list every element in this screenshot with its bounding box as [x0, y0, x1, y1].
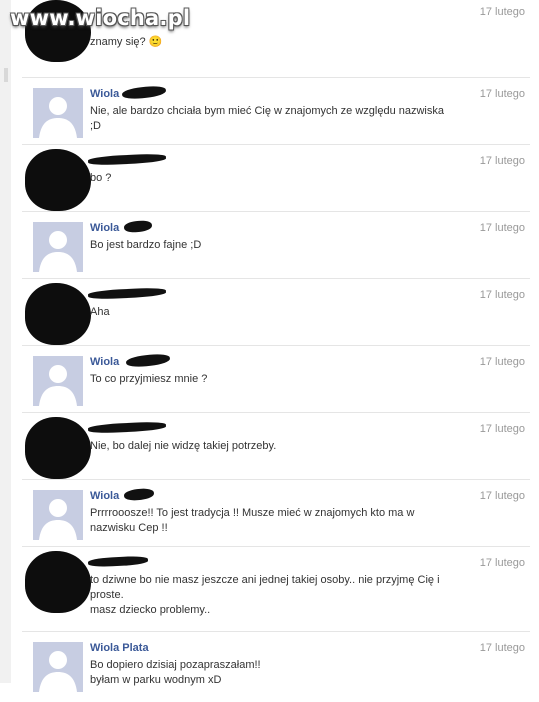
- scroll-thumb[interactable]: [4, 68, 8, 82]
- message-item: 17 lutego bo ?: [22, 145, 530, 212]
- message-item: Wiola Plata 17 lutego Bo dopiero dzisiaj…: [22, 632, 530, 702]
- redaction-blob: [25, 417, 91, 479]
- name-redaction: [123, 219, 153, 234]
- message-time: 17 lutego: [479, 490, 525, 502]
- message-time: 17 lutego: [479, 88, 525, 100]
- name-redaction: [87, 152, 167, 167]
- message-text: Prrrrooosze!! To jest tradycja !! Musze …: [90, 507, 415, 534]
- sender-name[interactable]: Wiola: [90, 356, 119, 368]
- avatar-redacted[interactable]: [25, 149, 91, 211]
- avatar-placeholder[interactable]: [33, 642, 83, 692]
- message-time: 17 lutego: [479, 557, 525, 569]
- name-redaction: [87, 286, 167, 301]
- avatar-redacted[interactable]: [25, 417, 91, 479]
- sender-name[interactable]: Wiola: [90, 490, 119, 502]
- message-item: Wiola 17 lutego To co przyjmiesz mnie ?: [22, 346, 530, 413]
- message-time: 17 lutego: [479, 6, 525, 18]
- message-item: 17 lutego Nie, bo dalej nie widzę takiej…: [22, 413, 530, 480]
- user-silhouette-icon: [39, 499, 77, 540]
- name-redaction: [125, 352, 171, 369]
- message-text: Aha: [90, 306, 110, 318]
- avatar-placeholder[interactable]: [33, 490, 83, 540]
- message-time: 17 lutego: [479, 222, 525, 234]
- name-redaction: [123, 487, 155, 502]
- message-text: Bo jest bardzo fajne ;D: [90, 239, 202, 251]
- message-time: 17 lutego: [479, 423, 525, 435]
- user-silhouette-icon: [39, 365, 77, 406]
- avatar-redacted[interactable]: [25, 551, 91, 613]
- message-time: 17 lutego: [479, 289, 525, 301]
- message-item: 17 lutego to dziwne bo nie masz jeszcze …: [22, 547, 530, 632]
- message-text: Nie, bo dalej nie widzę takiej potrzeby.: [90, 440, 277, 452]
- sender-name[interactable]: Wiola Plata: [90, 642, 149, 654]
- user-silhouette-icon: [39, 231, 77, 272]
- avatar-redacted[interactable]: [25, 283, 91, 345]
- message-item: Wiola 17 lutego Prrrrooosze!! To jest tr…: [22, 480, 530, 547]
- message-time: 17 lutego: [479, 356, 525, 368]
- message-time: 17 lutego: [479, 642, 525, 654]
- message-text: To co przyjmiesz mnie ?: [90, 373, 208, 385]
- sender-name[interactable]: Wiola: [90, 222, 119, 234]
- message-item: Wiola 17 lutego Nie, ale bardzo chciała …: [22, 78, 530, 145]
- avatar-placeholder[interactable]: [33, 356, 83, 406]
- message-text: Bo dopiero dzisiaj pozapraszałam!! byłam…: [90, 659, 261, 686]
- name-redaction: [87, 420, 167, 435]
- message-text: bo ?: [90, 172, 112, 184]
- message-text: to dziwne bo nie masz jeszcze ani jednej…: [90, 574, 440, 616]
- watermark: www.wiocha.pl: [10, 6, 191, 30]
- message-text: Nie, ale bardzo chciała bym mieć Cię w z…: [90, 105, 444, 132]
- avatar-placeholder[interactable]: [33, 88, 83, 138]
- user-silhouette-icon: [39, 651, 77, 692]
- message-time: 17 lutego: [479, 155, 525, 167]
- redaction-blob: [25, 149, 91, 211]
- redaction-blob: [25, 283, 91, 345]
- user-silhouette-icon: [39, 97, 77, 138]
- message-item: Wiola 17 lutego Bo jest bardzo fajne ;D: [22, 212, 530, 279]
- message-item: 17 lutego Aha: [22, 279, 530, 346]
- message-text: znamy się? 🙂: [90, 36, 163, 48]
- scrollbar[interactable]: [0, 0, 11, 683]
- redaction-blob: [25, 551, 91, 613]
- name-redaction: [87, 555, 149, 568]
- sender-name[interactable]: Wiola: [90, 88, 119, 100]
- avatar-placeholder[interactable]: [33, 222, 83, 272]
- name-redaction: [121, 84, 167, 101]
